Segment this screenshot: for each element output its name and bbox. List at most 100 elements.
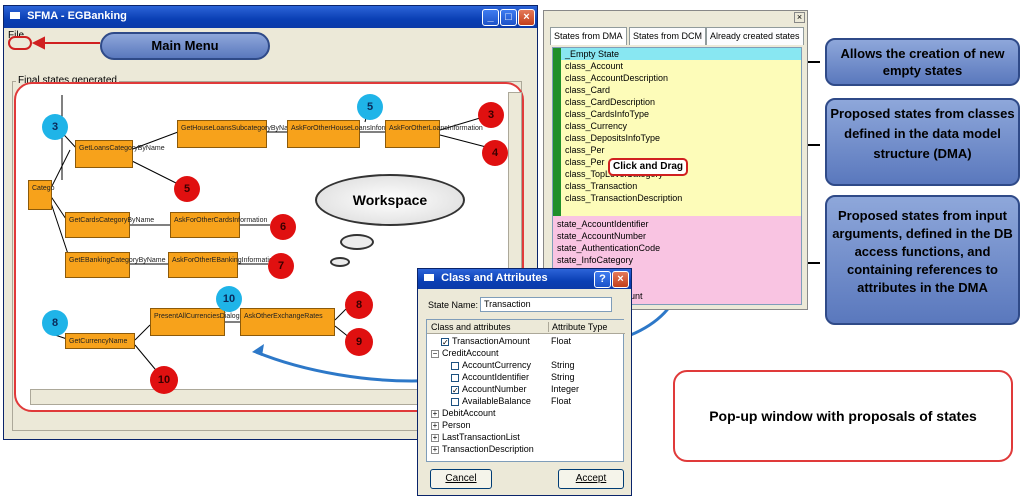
state-item[interactable]: _Empty State — [565, 48, 619, 60]
state-item[interactable]: state_AuthenticationCode — [557, 242, 660, 254]
graph-node[interactable]: AskForOtherCardsInformation — [170, 212, 267, 238]
tab-already-created-states[interactable]: Already created states — [706, 27, 804, 45]
state-circle[interactable]: 9 — [345, 328, 373, 356]
tree-row[interactable]: AccountCurrency — [451, 360, 531, 371]
tree-row-label: LastTransactionList — [442, 432, 520, 442]
tree-row-label: CreditAccount — [442, 348, 499, 358]
state-item[interactable]: class_Per — [565, 156, 605, 168]
checked-checkbox[interactable]: ✓ — [441, 337, 449, 346]
state-circle[interactable]: 10 — [150, 366, 178, 394]
state-item[interactable]: class_Per — [565, 144, 605, 156]
tree-row[interactable]: + Person — [431, 420, 471, 431]
checkbox[interactable] — [451, 373, 459, 382]
tree-row[interactable]: + TransactionDescription — [431, 444, 534, 455]
expand-icon[interactable]: + — [431, 445, 439, 454]
attribute-type: String — [551, 360, 575, 370]
input-states-callout: Proposed states from input arguments, de… — [825, 195, 1020, 325]
graph-node[interactable]: GetLoansCategoryByName — [75, 140, 165, 168]
state-item[interactable]: state_AccountNumber — [557, 230, 646, 242]
state-item[interactable]: class_Card — [565, 84, 610, 96]
state-list[interactable]: _Empty State class_Account class_Account… — [552, 47, 802, 305]
tree-row-label: TransactionDescription — [442, 444, 534, 454]
graph-node[interactable]: GetHouseLoansSubcategoryByName — [177, 120, 298, 148]
graph-node[interactable]: GetEBankingCategoryByName — [65, 252, 166, 278]
tab-states-from-dcm[interactable]: States from DCM — [629, 27, 707, 45]
thought-bubble-dot — [330, 257, 350, 267]
cancel-label: Cancel — [445, 473, 477, 484]
state-name-input[interactable]: Transaction — [480, 297, 612, 312]
tree-row[interactable]: − CreditAccount — [431, 348, 499, 359]
attribute-type: Integer — [551, 384, 580, 394]
attributes-tree[interactable]: Class and attributes Attribute Type ✓ Tra… — [426, 319, 625, 462]
state-item[interactable]: class_CardDescription — [565, 96, 655, 108]
state-circle[interactable]: 3 — [478, 102, 504, 128]
state-item[interactable]: class_DepositsInfoType — [565, 132, 660, 144]
state-circle[interactable]: 10 — [216, 286, 242, 312]
state-item[interactable]: class_Currency — [565, 120, 627, 132]
states-close-icon[interactable]: × — [794, 12, 805, 23]
state-item[interactable]: class_AccountDescription — [565, 72, 668, 84]
tree-row-label: AvailableBalance — [462, 396, 531, 406]
state-item[interactable]: class_TransactionDescription — [565, 192, 682, 204]
state-item[interactable]: state_InfoCategory — [557, 254, 633, 266]
attribute-type: String — [551, 372, 575, 382]
tree-row-label: AccountIdentifier — [462, 372, 530, 382]
state-circle[interactable]: 5 — [357, 94, 383, 120]
checkbox[interactable] — [451, 361, 459, 370]
class-attributes-dialog: Class and Attributes ? × State Name: Tra… — [417, 268, 632, 496]
state-item[interactable]: class_Account — [565, 60, 623, 72]
tree-row-label: Person — [442, 420, 471, 430]
checkbox[interactable] — [451, 397, 459, 406]
graph-node[interactable]: PresentAllCurrenciesDialog — [150, 308, 240, 336]
graph-node[interactable]: AskForOtherHouseLoansInformation — [287, 120, 405, 148]
checked-checkbox[interactable]: ✓ — [451, 385, 459, 394]
main-menu-callout: Main Menu — [100, 32, 270, 60]
tree-row[interactable]: AvailableBalance — [451, 396, 531, 407]
tree-row[interactable]: + DebitAccount — [431, 408, 496, 419]
expand-icon[interactable]: + — [431, 421, 439, 430]
state-item[interactable]: class_CardsInfoType — [565, 108, 649, 120]
dialog-title: Class and Attributes — [441, 272, 548, 284]
state-circle[interactable]: 6 — [270, 214, 296, 240]
state-circle[interactable]: 5 — [174, 176, 200, 202]
expand-icon[interactable]: − — [431, 349, 439, 358]
tree-row[interactable]: ✓ AccountNumber — [451, 384, 527, 395]
col-class-header[interactable]: Class and attributes — [431, 322, 511, 332]
tab-states-from-dma[interactable]: States from DMA — [550, 27, 627, 45]
dialog-close-button[interactable]: × — [612, 271, 629, 288]
popup-callout: Pop-up window with proposals of states — [673, 370, 1013, 462]
cancel-button[interactable]: Cancel — [430, 469, 492, 489]
workspace-label: Workspace — [315, 174, 465, 226]
help-button[interactable]: ? — [594, 271, 611, 288]
dma-states-callout: Proposed states from classes defined in … — [825, 98, 1020, 186]
graph-node[interactable]: GetCardsCategoryByName — [65, 212, 154, 238]
graph-node[interactable]: AskOtherExchangeRates — [240, 308, 335, 336]
state-circle[interactable]: 7 — [268, 253, 294, 279]
dialog-titlebar[interactable]: Class and Attributes ? × — [418, 269, 631, 289]
graph-node[interactable]: Catego — [28, 180, 55, 210]
graph-node[interactable]: AskForOtherEBankingInformation — [168, 252, 277, 278]
accept-label: Accept — [575, 473, 607, 484]
state-circle[interactable]: 8 — [42, 310, 68, 336]
state-circle[interactable]: 4 — [482, 140, 508, 166]
expand-icon[interactable]: + — [431, 433, 439, 442]
accept-button[interactable]: Accept — [558, 469, 624, 489]
tree-row[interactable]: ✓ TransactionAmount — [441, 336, 530, 347]
col-type-header[interactable]: Attribute Type — [548, 322, 607, 332]
graph-node[interactable]: AskForOtherLoansInformation — [385, 120, 483, 148]
graph-node[interactable]: GetCurrencyName — [65, 333, 135, 349]
state-circle[interactable]: 3 — [42, 114, 68, 140]
state-item[interactable]: state_AccountIdentifier — [557, 218, 649, 230]
attribute-type: Float — [551, 336, 572, 346]
state-name-label: State Name: — [428, 300, 479, 310]
tree-row[interactable]: AccountIdentifier — [451, 372, 529, 383]
tree-row-label: AccountNumber — [462, 384, 527, 394]
tree-row-label: TransactionAmount — [452, 336, 530, 346]
state-circle[interactable]: 8 — [345, 291, 373, 319]
tree-row[interactable]: + LastTransactionList — [431, 432, 520, 443]
expand-icon[interactable]: + — [431, 409, 439, 418]
empty-states-callout: Allows the creation of new empty states — [825, 38, 1020, 86]
state-item[interactable]: class_Transaction — [565, 180, 637, 192]
dialog-icon — [424, 274, 434, 281]
